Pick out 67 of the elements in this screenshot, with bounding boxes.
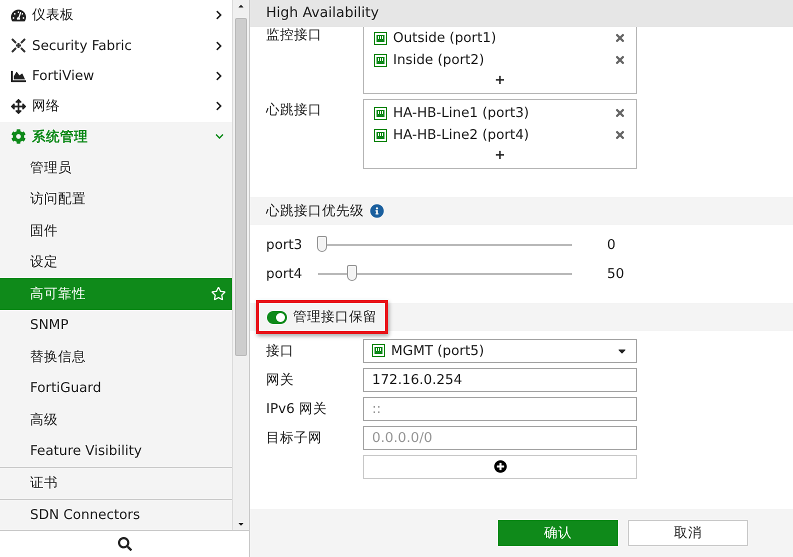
port-icon [374, 106, 387, 120]
field-label: 接口 [266, 342, 295, 360]
sidebar-item[interactable]: Feature Visibility [0, 436, 232, 468]
section-title: 管理接口保留 [293, 308, 377, 326]
interface-name: Inside (port2) [393, 52, 486, 68]
port-icon [374, 54, 387, 66]
sidebar-item[interactable]: 高级 [0, 404, 232, 436]
sidebar-item[interactable]: 证书 [0, 467, 232, 499]
scroll-down-icon[interactable] [237, 520, 245, 528]
input-field[interactable]: 172.16.0.254 [363, 368, 637, 392]
field-label: 目标子网 [266, 428, 323, 446]
move-arrows-icon [11, 98, 26, 114]
chevron-right-icon [214, 40, 224, 51]
star-icon[interactable] [211, 286, 226, 302]
slider-value: 0 [607, 236, 616, 252]
slider-thumb[interactable] [347, 264, 358, 280]
sidebar-item[interactable]: 固件 [0, 215, 232, 247]
chevron-right-icon [214, 101, 224, 112]
fabric-icon [11, 38, 26, 54]
search-icon[interactable] [118, 537, 132, 551]
sidebar-item[interactable]: SDN Connectors [0, 498, 232, 530]
field-label: IPv6 网关 [266, 400, 328, 418]
chevron-right-icon [214, 10, 224, 20]
sidebar-item[interactable]: 管理员 [0, 152, 232, 184]
interface-select[interactable]: MGMT (port5) [363, 338, 637, 362]
port-icon [374, 32, 387, 44]
remove-icon[interactable] [614, 107, 626, 119]
input-field[interactable]: 0.0.0.0/0 [363, 426, 637, 450]
sidebar-item[interactable]: 高可靠性 [0, 278, 232, 310]
confirm-button[interactable]: 确认 [498, 520, 618, 546]
port-icon [372, 344, 385, 357]
field-label: 心跳接口 [266, 101, 323, 120]
field-label: 监控接口 [266, 26, 323, 45]
dashboard-icon [11, 8, 26, 23]
panel-title: High Availability [250, 0, 793, 27]
sidebar-item[interactable]: 设定 [0, 246, 232, 278]
slider-thumb[interactable] [317, 236, 327, 252]
section-title: 心跳接口优先级 [266, 202, 364, 220]
add-button[interactable]: + [494, 146, 506, 164]
sidebar-item[interactable]: 替换信息 [0, 341, 232, 373]
area-chart-icon [11, 68, 26, 84]
chevron-down-icon [215, 132, 224, 142]
plus-icon [494, 460, 506, 473]
sidebar-item[interactable]: 访问配置 [0, 184, 232, 216]
sidebar-item[interactable]: SNMP [0, 310, 232, 342]
toggle-switch[interactable] [267, 310, 287, 324]
scroll-up-icon[interactable] [237, 2, 245, 10]
sidebar-item[interactable]: 系统管理 [0, 122, 232, 152]
scrollbar[interactable] [232, 0, 249, 530]
slider-value: 50 [607, 266, 624, 282]
chevron-right-icon [214, 71, 224, 82]
remove-icon[interactable] [614, 32, 626, 44]
slider-label: port4 [266, 266, 304, 282]
slider-label: port3 [266, 236, 304, 252]
cancel-button[interactable]: 取消 [628, 520, 748, 546]
gear-icon [11, 129, 26, 144]
port-icon [374, 128, 387, 142]
interface-name: HA-HB-Line2 (port4) [393, 127, 530, 143]
info-icon[interactable] [370, 204, 384, 218]
input-field[interactable]: :: [363, 396, 637, 420]
field-label: 网关 [266, 370, 295, 388]
remove-icon[interactable] [614, 54, 626, 66]
interface-name: Outside (port1) [393, 30, 498, 46]
interface-name: HA-HB-Line1 (port3) [393, 105, 530, 121]
remove-icon[interactable] [614, 129, 626, 141]
sidebar-item[interactable]: FortiGuard [0, 372, 232, 404]
add-button[interactable]: + [494, 71, 506, 89]
